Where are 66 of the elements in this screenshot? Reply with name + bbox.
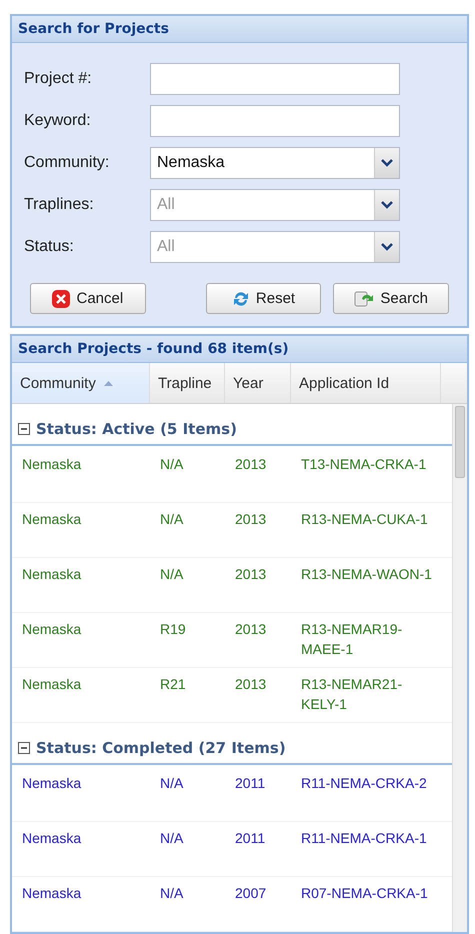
table-cell-text: R21: [159, 675, 187, 694]
column-header[interactable]: Year: [225, 363, 291, 403]
table-cell-text: N/A: [159, 829, 184, 848]
field-value: Nemaska: [156, 154, 226, 172]
table-cell-text: Nemaska: [21, 829, 82, 848]
chevron-down-icon: [381, 243, 393, 251]
group-title: Status: Active (5 Items): [36, 420, 237, 438]
group-header[interactable]: Status: Active (5 Items): [12, 414, 452, 446]
group-header[interactable]: Status: Completed (27 Items): [12, 733, 452, 765]
table-cell-text: Nemaska: [21, 620, 82, 639]
table-cell-text: 2013: [234, 620, 268, 639]
input-field[interactable]: [150, 63, 400, 95]
panel-title: Search for Projects: [12, 16, 467, 43]
close-icon: [52, 290, 70, 308]
field-label: Community:: [24, 154, 110, 172]
field-placeholder: All: [156, 196, 176, 214]
table-cell-text: 2013: [234, 565, 268, 584]
field-label: Keyword:: [24, 112, 92, 130]
table-cell-text: R11-NEMA-CRKA-2: [300, 774, 428, 793]
table-cell-text: R13-NEMA-CUKA-1: [300, 510, 429, 529]
chevron-down-icon: [381, 159, 393, 167]
collapse-icon[interactable]: [18, 742, 30, 754]
table-cell-text: R13-NEMAR19-MAEE-1: [300, 620, 404, 659]
table-cell-text: Nemaska: [21, 455, 82, 474]
collapse-icon[interactable]: [18, 423, 30, 435]
table-cell-text: Nemaska: [21, 565, 82, 584]
cancel-button[interactable]: Cancel: [30, 283, 146, 314]
table-cell-text: Nemaska: [21, 675, 82, 694]
search-icon: [354, 290, 374, 308]
chevron-down-icon: [381, 201, 393, 209]
table-cell-text: 2011: [234, 829, 266, 848]
column-header[interactable]: Application Id: [291, 363, 441, 403]
table-cell-text: N/A: [159, 510, 184, 529]
table-cell-text: R07-NEMA-CRKA-1: [300, 884, 429, 903]
table-cell-text: 2013: [234, 675, 268, 694]
dropdown-field[interactable]: Nemaska: [150, 147, 400, 179]
table-cell-text: 2011: [234, 774, 266, 793]
table-cell-text: R11-NEMA-CRKA-1: [300, 829, 428, 848]
table-cell-text: N/A: [159, 565, 184, 584]
table-cell-text: 2013: [234, 455, 268, 474]
field-label: Project #:: [24, 70, 93, 88]
column-header[interactable]: Community: [12, 363, 150, 403]
column-header[interactable]: Trapline: [150, 363, 225, 403]
refresh-icon: [232, 290, 250, 308]
search-button[interactable]: Search: [333, 283, 450, 314]
scrollbar-thumb[interactable]: [455, 406, 465, 478]
table-cell-text: 2007: [234, 884, 268, 903]
table-cell-text: N/A: [159, 455, 184, 474]
table-cell-text: N/A: [159, 884, 184, 903]
table-cell-text: Nemaska: [21, 884, 82, 903]
field-label: Status:: [24, 238, 75, 256]
table-cell-text: Nemaska: [21, 510, 82, 529]
field-label: Traplines:: [24, 196, 95, 214]
table-cell-text: T13-NEMA-CRKA-1: [300, 455, 428, 474]
reset-button[interactable]: Reset: [206, 283, 322, 314]
table-cell-text: 2013: [234, 510, 268, 529]
group-title: Status: Completed (27 Items): [36, 739, 286, 757]
table-cell-text: R19: [159, 620, 187, 639]
input-field[interactable]: [150, 105, 400, 137]
table-cell-text: R13-NEMAR21-KELY-1: [300, 675, 404, 714]
sort-ascending-icon: [104, 380, 113, 386]
panel-title: Search Projects - found 68 item(s): [12, 336, 467, 363]
table-cell-text: N/A: [159, 774, 184, 793]
table-cell-text: R13-NEMA-WAON-1: [300, 565, 433, 584]
table-cell-text: Nemaska: [21, 774, 82, 793]
field-placeholder: All: [156, 238, 176, 256]
